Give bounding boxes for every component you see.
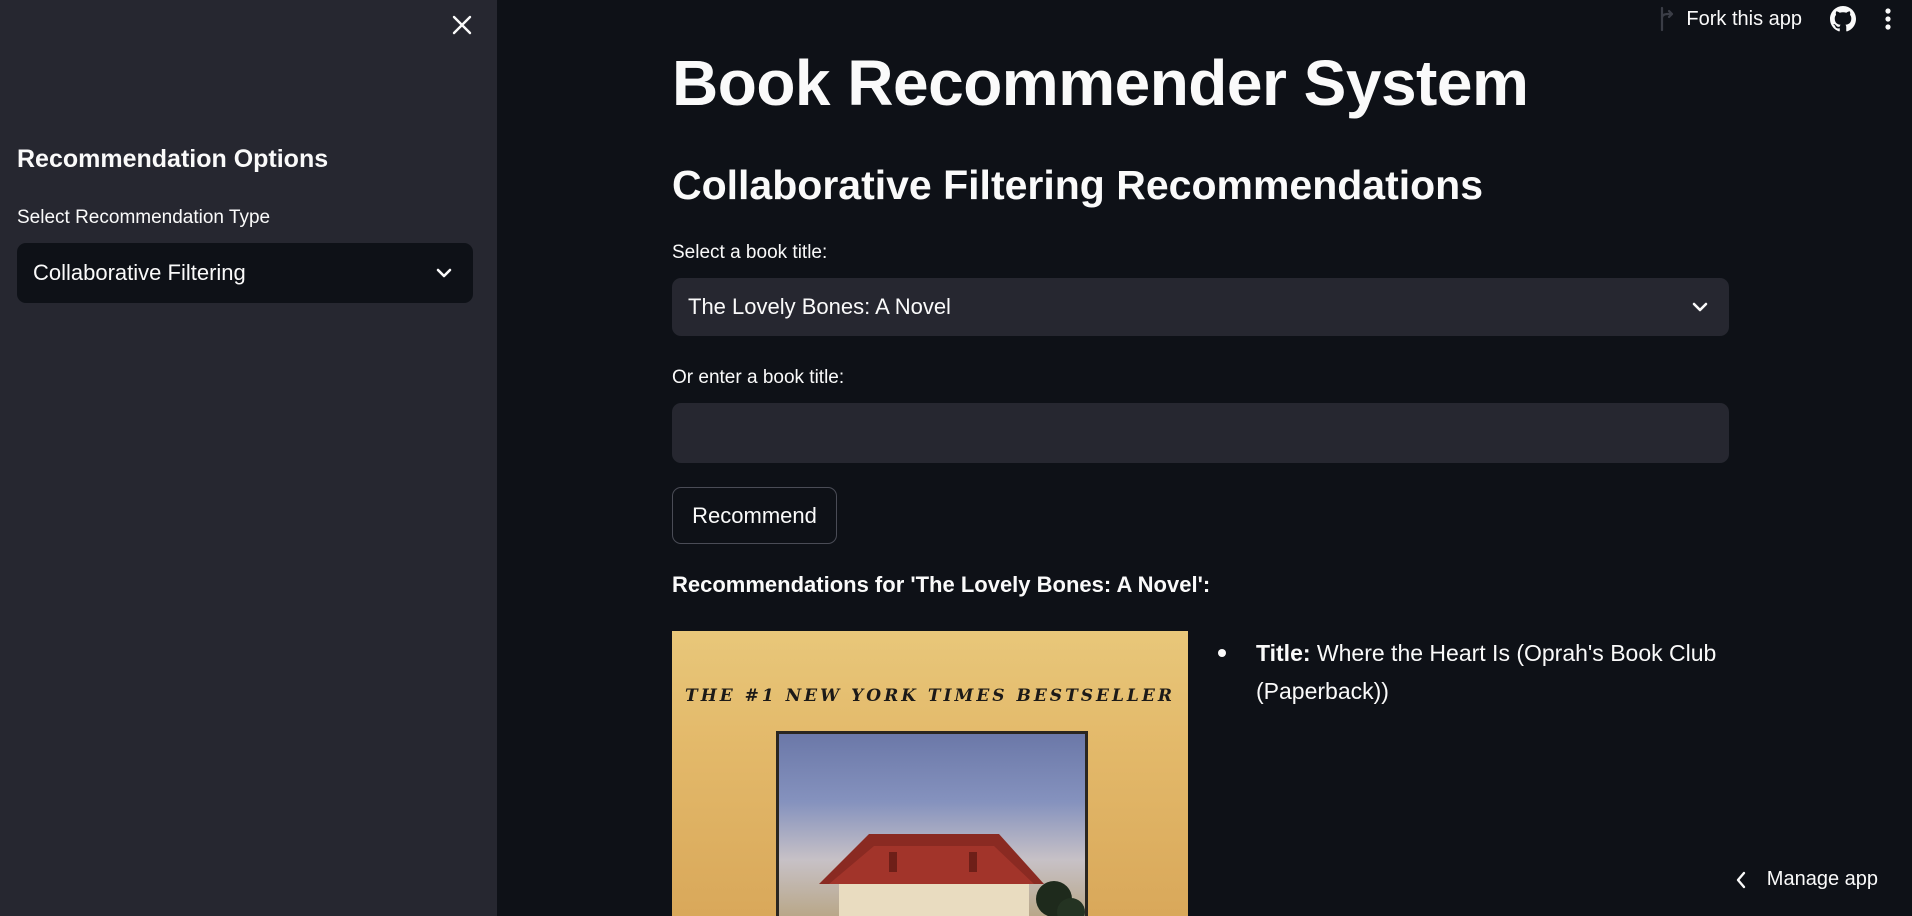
sidebar-heading: Recommendation Options — [17, 145, 329, 173]
title-field-label: Title: — [1256, 640, 1311, 666]
chevron-down-icon — [436, 268, 452, 278]
recommendation-type-value: Collaborative Filtering — [33, 260, 246, 285]
header-toolbar: Fork this app — [1658, 6, 1892, 32]
recommended-book-title: Where the Heart Is (Oprah's Book Club (P… — [1256, 640, 1717, 704]
book-title-input[interactable] — [672, 403, 1729, 463]
sidebar: Recommendation Options Select Recommenda… — [0, 0, 497, 916]
recommendations-heading: Recommendations for 'The Lovely Bones: A… — [672, 572, 1211, 597]
github-button[interactable] — [1830, 6, 1856, 32]
close-icon — [452, 15, 472, 35]
book-cover-image: THE #1 NEW YORK TIMES BESTSELLER — [672, 631, 1188, 916]
book-title-select[interactable]: The Lovely Bones: A Novel — [672, 278, 1729, 336]
book-select-label: Select a book title: — [672, 242, 828, 263]
manage-app-button[interactable]: Manage app — [1735, 868, 1878, 891]
section-title: Collaborative Filtering Recommendations — [672, 162, 1484, 208]
bullet-icon — [1218, 649, 1226, 657]
chevron-left-icon — [1736, 871, 1745, 888]
manage-app-label: Manage app — [1766, 868, 1878, 890]
recommendation-type-label: Select Recommendation Type — [17, 207, 271, 228]
more-vertical-icon — [1885, 8, 1891, 30]
close-sidebar-button[interactable] — [447, 10, 477, 40]
book-title-select-value: The Lovely Bones: A Novel — [688, 294, 951, 319]
recommend-button[interactable]: Recommend — [672, 487, 837, 544]
page-title: Book Recommender System — [672, 47, 1529, 119]
recommendation-type-select[interactable]: Collaborative Filtering — [17, 243, 473, 303]
book-input-label: Or enter a book title: — [672, 367, 845, 388]
cover-photo — [776, 731, 1088, 916]
house-illustration — [819, 834, 1085, 916]
cover-tagline: THE #1 NEW YORK TIMES BESTSELLER — [685, 686, 1175, 706]
fork-app-label: Fork this app — [1686, 7, 1802, 30]
chevron-down-icon — [1692, 302, 1708, 312]
fork-app-button[interactable]: Fork this app — [1658, 6, 1802, 32]
more-menu-button[interactable] — [1884, 7, 1892, 31]
github-icon — [1830, 6, 1856, 32]
list-item: Title: Where the Heart Is (Oprah's Book … — [1218, 634, 1738, 710]
recommendation-list: Title: Where the Heart Is (Oprah's Book … — [1218, 634, 1738, 710]
fork-icon — [1661, 6, 1674, 32]
